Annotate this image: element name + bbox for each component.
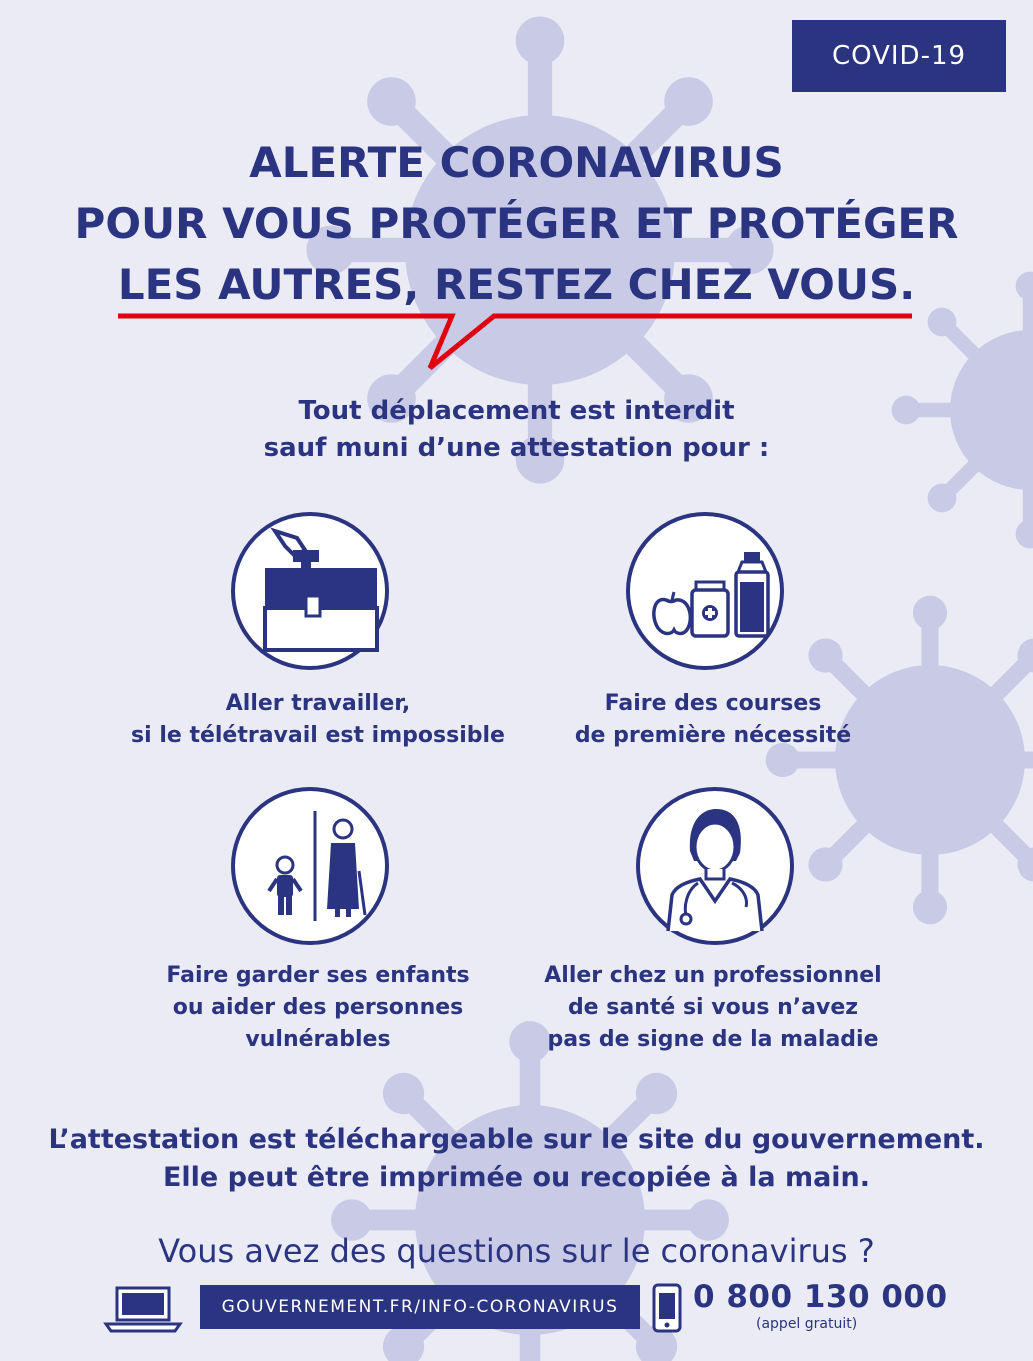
attestation-info: L’attestation est téléchargeable sur le … <box>0 1121 1033 1197</box>
speech-bubble-line <box>118 313 912 370</box>
phone-icon <box>652 1283 682 1333</box>
intro-line: sauf muni d’une attestation pour : <box>263 433 770 463</box>
caption-line: vulnérables <box>245 1027 391 1052</box>
caption-line: Faire garder ses enfants <box>166 963 470 988</box>
reason-care-caption: Faire garder ses enfants ou aider des pe… <box>108 960 528 1056</box>
doctor-icon <box>636 787 794 945</box>
intro-line: Tout déplacement est interdit <box>298 396 735 426</box>
caption-line: Aller travailler, <box>225 691 411 716</box>
headline-line: POUR VOUS PROTÉGER ET PROTÉGER <box>74 199 959 248</box>
caption-line: pas de signe de la maladie <box>547 1027 879 1052</box>
phone-note: (appel gratuit) <box>756 1316 858 1332</box>
questions-heading: Vous avez des questions sur le coronavir… <box>158 1232 875 1270</box>
caption-line: Aller chez un professionnel <box>544 963 882 988</box>
reason-work-caption: Aller travailler, si le télétravail est … <box>108 688 528 752</box>
caption-line: de santé si vous n’avez <box>567 995 859 1020</box>
page-title: ALERTE CORONAVIRUS POUR VOUS PROTÉGER ET… <box>0 132 1033 315</box>
caption-line: si le télétravail est impossible <box>131 723 505 748</box>
intro-text: Tout déplacement est interdit sauf muni … <box>0 393 1033 467</box>
attestation-line: L’attestation est téléchargeable sur le … <box>48 1124 985 1155</box>
attestation-line: Elle peut être imprimée ou recopiée à la… <box>162 1162 871 1193</box>
reason-health-caption: Aller chez un professionnel de santé si … <box>503 960 923 1056</box>
child-elderly-icon <box>231 787 389 945</box>
briefcase-icon <box>231 512 389 670</box>
caption-line: Faire des courses <box>604 691 822 716</box>
phone-number[interactable]: 0 800 130 000 <box>693 1279 948 1315</box>
website-link[interactable]: GOUVERNEMENT.FR/INFO-CORONAVIRUS <box>200 1285 640 1329</box>
caption-line: ou aider des personnes <box>172 995 464 1020</box>
laptop-icon <box>103 1286 183 1333</box>
caption-line: de première nécessité <box>574 723 852 748</box>
covid-badge: COVID-19 <box>792 20 1006 92</box>
groceries-icon <box>626 512 784 670</box>
reason-shopping-caption: Faire des courses de première nécessité <box>503 688 923 752</box>
headline-line: ALERTE CORONAVIRUS <box>249 138 784 187</box>
